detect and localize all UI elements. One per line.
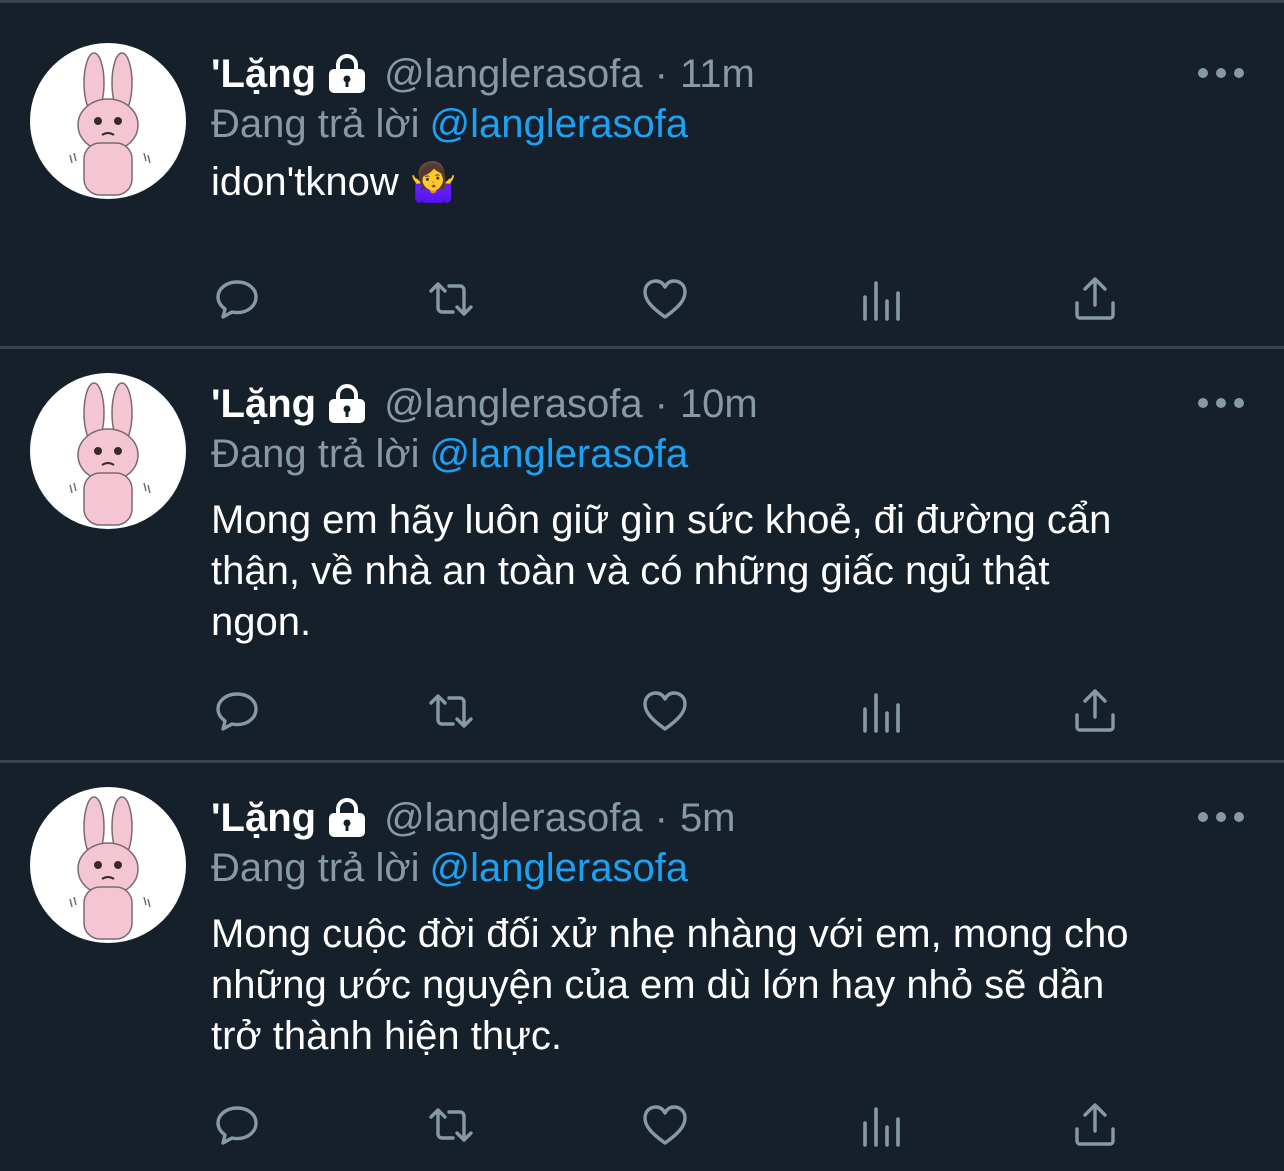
like-heart-icon bbox=[643, 279, 687, 319]
reply-to-link[interactable]: @langlerasofa bbox=[430, 102, 689, 146]
tweet-text-line: những ước nguyện của em dù lớn hay nhỏ s… bbox=[211, 963, 1105, 1007]
reply-button[interactable] bbox=[211, 273, 263, 325]
share-button[interactable] bbox=[1069, 685, 1121, 737]
user-handle[interactable]: @langlerasofa bbox=[384, 49, 643, 99]
more-options-icon[interactable] bbox=[1198, 811, 1244, 823]
reply-prefix: Đang trả lời bbox=[211, 432, 420, 476]
reply-context: Đang trả lời @langlerasofa bbox=[211, 843, 1221, 893]
pink-bunny-avatar-icon bbox=[69, 382, 151, 526]
tweet-content: 'Lặng @langlerasofa · 11m Đang trả lời @l… bbox=[211, 49, 1221, 209]
reply-context: Đang trả lời @langlerasofa bbox=[211, 99, 1221, 149]
tweet-1[interactable]: 'Lặng @langlerasofa · 11m Đang trả lời @l… bbox=[0, 3, 1284, 349]
analytics-icon bbox=[863, 281, 900, 321]
analytics-button[interactable] bbox=[855, 1099, 907, 1151]
analytics-icon bbox=[863, 693, 900, 733]
avatar[interactable] bbox=[30, 787, 186, 943]
tweet-header: 'Lặng @langlerasofa · 5m bbox=[211, 793, 1221, 843]
tweet-header: 'Lặng @langlerasofa · 10m bbox=[211, 379, 1221, 429]
reply-prefix: Đang trả lời bbox=[211, 102, 420, 146]
tweet-text-body: idon'tknow bbox=[211, 160, 399, 204]
reply-icon bbox=[216, 1106, 258, 1145]
retweet-icon bbox=[429, 282, 473, 316]
user-handle[interactable]: @langlerasofa bbox=[384, 793, 643, 843]
tweet-text: Mong em hãy luôn giữ gìn sức khoẻ, đi đư… bbox=[211, 495, 1231, 648]
analytics-icon bbox=[863, 1107, 900, 1147]
more-options-icon[interactable] bbox=[1198, 397, 1244, 409]
share-icon bbox=[1075, 277, 1115, 320]
like-heart-icon bbox=[643, 691, 687, 731]
display-name[interactable]: 'Lặng bbox=[211, 379, 316, 429]
reply-button[interactable] bbox=[211, 1099, 263, 1151]
timeline: 'Lặng @langlerasofa · 11m Đang trả lời @l… bbox=[0, 0, 1284, 1171]
timestamp[interactable]: 10m bbox=[680, 379, 758, 429]
tweet-text-line: ngon. bbox=[211, 600, 312, 644]
shrug-emoji: 🤷‍♀️ bbox=[409, 162, 458, 204]
reply-context: Đang trả lời @langlerasofa bbox=[211, 429, 1221, 479]
lock-icon bbox=[329, 54, 366, 93]
reply-prefix: Đang trả lời bbox=[211, 846, 420, 890]
tweet-3[interactable]: 'Lặng @langlerasofa · 5m Đang trả lời @la… bbox=[0, 763, 1284, 1171]
reply-to-link[interactable]: @langlerasofa bbox=[430, 846, 689, 890]
tweet-actions bbox=[211, 273, 1131, 325]
separator-dot: · bbox=[654, 52, 668, 96]
reply-to-link[interactable]: @langlerasofa bbox=[430, 432, 689, 476]
share-icon bbox=[1075, 1103, 1115, 1146]
display-name[interactable]: 'Lặng bbox=[211, 793, 316, 843]
separator-dot: · bbox=[654, 382, 668, 426]
tweet-content: 'Lặng @langlerasofa · 5m Đang trả lời @la… bbox=[211, 793, 1221, 1062]
avatar[interactable] bbox=[30, 43, 186, 199]
avatar[interactable] bbox=[30, 373, 186, 529]
analytics-button[interactable] bbox=[855, 685, 907, 737]
tweet-2[interactable]: 'Lặng @langlerasofa · 10m Đang trả lời @l… bbox=[0, 349, 1284, 763]
analytics-button[interactable] bbox=[855, 273, 907, 325]
tweet-actions bbox=[211, 1099, 1131, 1151]
tweet-header: 'Lặng @langlerasofa · 11m bbox=[211, 49, 1221, 99]
like-button[interactable] bbox=[639, 685, 691, 737]
more-options-icon[interactable] bbox=[1198, 67, 1244, 79]
retweet-icon bbox=[429, 694, 473, 728]
tweet-text-line: thận, về nhà an toàn và có những giấc ng… bbox=[211, 549, 1050, 593]
tweet-actions bbox=[211, 685, 1131, 737]
share-button[interactable] bbox=[1069, 1099, 1121, 1151]
pink-bunny-avatar-icon bbox=[69, 52, 151, 196]
timestamp[interactable]: 11m bbox=[680, 49, 755, 99]
tweet-text-line: trở thành hiện thực. bbox=[211, 1014, 562, 1058]
user-handle[interactable]: @langlerasofa bbox=[384, 379, 643, 429]
tweet-text-line: Mong em hãy luôn giữ gìn sức khoẻ, đi đư… bbox=[211, 498, 1112, 542]
tweet-text-line: Mong cuộc đời đối xử nhẹ nhàng với em, m… bbox=[211, 912, 1129, 956]
lock-icon bbox=[329, 798, 366, 837]
tweet-text: idon'tknow 🤷‍♀️ bbox=[211, 157, 1231, 209]
share-icon bbox=[1075, 689, 1115, 732]
display-name[interactable]: 'Lặng bbox=[211, 49, 316, 99]
pink-bunny-avatar-icon bbox=[69, 796, 151, 940]
retweet-button[interactable] bbox=[425, 273, 477, 325]
retweet-button[interactable] bbox=[425, 1099, 477, 1151]
reply-icon bbox=[216, 692, 258, 731]
retweet-icon bbox=[429, 1108, 473, 1142]
timestamp[interactable]: 5m bbox=[680, 793, 736, 843]
like-heart-icon bbox=[643, 1105, 687, 1145]
like-button[interactable] bbox=[639, 273, 691, 325]
like-button[interactable] bbox=[639, 1099, 691, 1151]
tweet-content: 'Lặng @langlerasofa · 10m Đang trả lời @l… bbox=[211, 379, 1221, 648]
tweet-text: Mong cuộc đời đối xử nhẹ nhàng với em, m… bbox=[211, 909, 1231, 1062]
lock-icon bbox=[329, 384, 366, 423]
share-button[interactable] bbox=[1069, 273, 1121, 325]
reply-button[interactable] bbox=[211, 685, 263, 737]
separator-dot: · bbox=[654, 796, 668, 840]
retweet-button[interactable] bbox=[425, 685, 477, 737]
reply-icon bbox=[216, 280, 258, 319]
